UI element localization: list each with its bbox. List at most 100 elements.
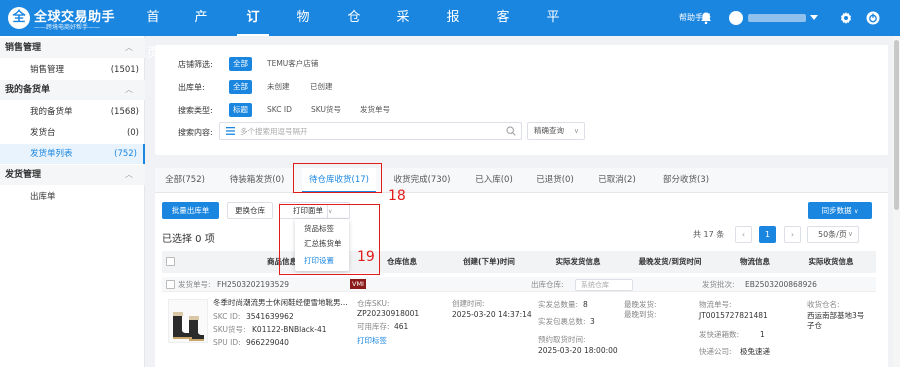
created-time-label: 创建时间: <box>452 299 485 308</box>
user-avatar[interactable] <box>729 11 743 25</box>
chevron-up-icon[interactable]: ︿ <box>125 80 133 100</box>
tab-cancelled[interactable]: 已取消(2) <box>596 168 638 193</box>
col-created-time: 创建(下单)时间 <box>463 257 515 266</box>
skc-value: 3541639962 <box>246 312 294 321</box>
nav-platform[interactable]: 平台 <box>537 0 569 61</box>
search-type-shipment-no[interactable]: 发货单号 <box>356 103 394 117</box>
logistics-no-value: JT0015727821481 <box>699 311 768 320</box>
status-tabs: 全部(752) 待装箱发货(0) 待仓库收货(17) 收货完成(730) 已入库… <box>155 168 888 193</box>
chevron-up-icon[interactable]: ︿ <box>125 165 133 185</box>
spu-label: SPU ID: <box>213 338 241 347</box>
sidebar-group-stock-orders[interactable]: 我的备货单 ︿ <box>0 80 145 100</box>
print-bill-dropdown-button[interactable]: 打印面单 ∨ <box>279 202 350 219</box>
scrollbar-thumb[interactable] <box>894 40 899 210</box>
tab-stocked[interactable]: 已入库(0) <box>473 168 515 193</box>
sidebar-item-count: (752) <box>114 149 137 159</box>
sidebar-group-sales[interactable]: 销售管理 ︿ <box>0 38 145 58</box>
menu-item-picking-list[interactable]: 汇总拣货单 <box>295 236 349 251</box>
sidebar: 销售管理 ︿ 销售管理 (1501) 我的备货单 ︿ 我的备货单 (1568) … <box>0 36 145 367</box>
nav-products[interactable]: 产品 <box>186 0 216 61</box>
prev-page-button[interactable]: ‹ <box>735 226 752 243</box>
annotation-number-18: 18 <box>388 188 406 204</box>
print-bill-label: 打印面单 <box>293 206 323 215</box>
chevron-up-icon[interactable]: ︿ <box>125 38 133 58</box>
print-bill-menu: 货品标签 汇总拣货单 打印设置 <box>295 219 349 271</box>
col-actual-shipping: 实际发货信息 <box>555 257 601 266</box>
store-option-temu[interactable]: TEMU客户店铺 <box>263 57 322 71</box>
change-warehouse-button[interactable]: 更换仓库 <box>227 202 273 219</box>
sidebar-item-shipment-list[interactable]: 发货单列表 (752) <box>0 144 145 164</box>
row-checkbox[interactable] <box>166 280 175 289</box>
nav-customer-service[interactable]: 客服 <box>487 0 519 61</box>
app-logo[interactable]: 全 全球交易助手 ——跨境电商好帮手—— <box>8 5 128 31</box>
batch-label: 发货批次: <box>702 280 735 289</box>
sidebar-group-label: 发货管理 <box>5 170 42 180</box>
tab-returned[interactable]: 已退货(0) <box>534 168 576 193</box>
search-mode-value: 精确查询 <box>534 126 564 135</box>
next-page-button[interactable]: › <box>784 226 801 243</box>
search-content-label: 搜索内容: <box>178 128 213 137</box>
search-mode-select[interactable]: 精确查询 ∨ <box>527 122 585 140</box>
courier-label: 快递公司: <box>699 347 732 356</box>
nav-purchase[interactable]: 采购 <box>387 0 419 61</box>
sidebar-item-my-stock-orders[interactable]: 我的备货单 (1568) <box>0 102 145 122</box>
outbound-option-all[interactable]: 全部 <box>229 80 252 94</box>
search-type-skc[interactable]: SKC ID <box>263 103 296 117</box>
sidebar-item-sales-management[interactable]: 销售管理 (1501) <box>0 60 145 80</box>
chevron-down-icon[interactable] <box>810 15 818 20</box>
list-icon <box>226 127 235 135</box>
search-input-box[interactable] <box>219 122 522 140</box>
select-all-checkbox[interactable] <box>166 257 175 266</box>
power-icon[interactable] <box>866 11 880 25</box>
sidebar-item-label: 发货单列表 <box>30 149 73 159</box>
sidebar-item-outbound-orders[interactable]: 出库单 <box>0 187 145 207</box>
package-count-value: 3 <box>590 317 595 326</box>
sync-data-button[interactable]: 同步数据 ∨ <box>808 202 872 219</box>
store-option-all[interactable]: 全部 <box>229 57 252 71</box>
receiving-warehouse-label: 收货仓名: <box>807 300 840 309</box>
store-filter-label: 店铺筛选: <box>178 60 213 69</box>
nav-home[interactable]: 首页 <box>138 0 168 61</box>
tab-pending-warehouse-receipt[interactable]: 待仓库收货(17) <box>302 168 376 193</box>
tab-pending-packing[interactable]: 待装箱发货(0) <box>225 168 289 193</box>
sidebar-item-shipping-desk[interactable]: 发货台 (0) <box>0 123 145 143</box>
bell-icon[interactable] <box>699 11 713 25</box>
product-thumbnail[interactable] <box>168 299 208 343</box>
spu-value: 966229040 <box>246 338 289 347</box>
page-size-select[interactable]: 50条/页 ∨ <box>807 226 859 243</box>
product-title[interactable]: 冬季时尚潮流男士休闲鞋经便雪地靴男... <box>213 297 348 308</box>
ship-qty-value: 8 <box>583 300 588 309</box>
menu-item-print-settings[interactable]: 打印设置 <box>295 253 349 268</box>
nav-reports[interactable]: 报表 <box>437 0 469 61</box>
tab-all[interactable]: 全部(752) <box>161 168 209 193</box>
sidebar-group-shipping[interactable]: 发货管理 ︿ <box>0 165 145 185</box>
total-count: 共 17 条 <box>693 230 725 239</box>
page-1-button[interactable]: 1 <box>759 226 776 243</box>
nav-warehouse[interactable]: 仓库 <box>338 0 370 61</box>
search-input[interactable] <box>240 124 490 138</box>
stock-value: 461 <box>394 322 409 331</box>
gear-icon[interactable] <box>839 11 853 25</box>
skc-label: SKC ID: <box>213 312 241 321</box>
tab-partial-received[interactable]: 部分收货(3) <box>658 168 714 193</box>
package-boxes-value: 1 <box>760 330 765 339</box>
batch-value: EB2503200868926 <box>745 280 817 289</box>
batch-outbound-button[interactable]: 批量出库单 <box>162 202 219 219</box>
package-boxes-label: 发快递箱数: <box>699 330 740 339</box>
outbound-option-created[interactable]: 已创建 <box>306 80 337 94</box>
sidebar-item-count: (0) <box>126 128 139 138</box>
outbound-option-not-created[interactable]: 未创建 <box>263 80 294 94</box>
nav-logistics[interactable]: 物流 <box>287 0 319 61</box>
search-type-sku[interactable]: SKU货号 <box>307 103 345 117</box>
username-blurred[interactable] <box>748 14 806 22</box>
page-scrollbar[interactable] <box>893 36 900 367</box>
menu-item-product-label[interactable]: 货品标签 <box>295 221 349 236</box>
search-icon[interactable] <box>506 126 516 136</box>
print-label-link[interactable]: 打印标签 <box>357 335 387 346</box>
page-size-value: 50条/页 <box>818 230 847 239</box>
sidebar-item-label: 出库单 <box>30 192 56 202</box>
search-type-title[interactable]: 标题 <box>229 103 252 117</box>
logistics-no-label: 物流单号: <box>699 300 732 309</box>
outbound-warehouse-select[interactable]: 系统仓库 <box>575 279 633 291</box>
nav-orders[interactable]: 订单 <box>237 0 269 61</box>
